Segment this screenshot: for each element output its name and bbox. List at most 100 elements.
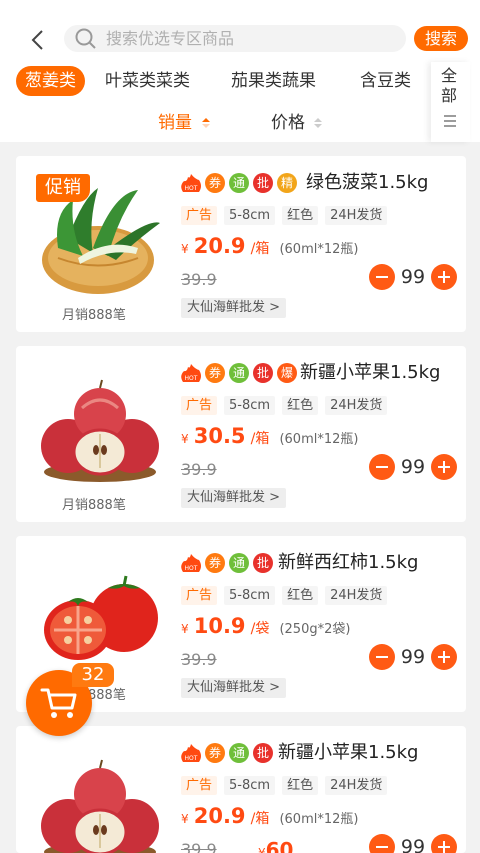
tag-list: 广告 5-8cm 红色 24H发货 bbox=[181, 394, 394, 415]
hot-flame-icon: HOT bbox=[181, 744, 201, 762]
plus-button[interactable] bbox=[431, 644, 457, 670]
sort-sales-label: 销量 bbox=[158, 113, 192, 133]
search-icon bbox=[75, 28, 96, 49]
price-value: 30.5 bbox=[193, 424, 246, 448]
extra-price: ¥60 bbox=[258, 838, 293, 853]
batch-badge: 批 bbox=[253, 553, 273, 573]
currency-symbol: ¥ bbox=[181, 432, 189, 446]
sort-by-price[interactable]: 价格 bbox=[271, 110, 322, 136]
svg-text:HOT: HOT bbox=[185, 375, 198, 382]
shop-link[interactable]: 大仙海鲜批发 > bbox=[181, 298, 287, 318]
shipping-tag: 24H发货 bbox=[325, 776, 388, 795]
plus-button[interactable] bbox=[431, 834, 457, 853]
plus-button[interactable] bbox=[431, 264, 457, 290]
size-tag: 5-8cm bbox=[224, 396, 276, 415]
price-value: 10.9 bbox=[193, 614, 246, 638]
minus-button[interactable] bbox=[369, 644, 395, 670]
ad-tag: 广告 bbox=[181, 206, 218, 225]
minus-button[interactable] bbox=[369, 454, 395, 480]
price-unit: /箱 bbox=[250, 811, 270, 827]
svg-text:HOT: HOT bbox=[185, 185, 198, 192]
minus-button[interactable] bbox=[369, 834, 395, 853]
all-categories-button[interactable]: 全部 bbox=[431, 62, 470, 142]
apple-product-image bbox=[41, 379, 159, 482]
size-tag: 5-8cm bbox=[224, 776, 276, 795]
category-tab-4[interactable]: 含豆类 bbox=[360, 66, 411, 96]
quantity-value: 99 bbox=[400, 646, 426, 668]
shipping-tag: 24H发货 bbox=[325, 396, 388, 415]
price-value: 20.9 bbox=[193, 234, 246, 258]
general-badge: 通 bbox=[229, 363, 249, 383]
monthly-sales: 月销888笔 bbox=[62, 498, 126, 513]
category-tabs: 葱姜类 叶菜类菜类 茄果类蔬果 含豆类 bbox=[0, 66, 430, 98]
minus-button[interactable] bbox=[369, 264, 395, 290]
product-title: 绿色菠菜1.5kg bbox=[306, 172, 429, 193]
category-tab-1[interactable]: 葱姜类 bbox=[16, 66, 85, 96]
hot-flame-icon: HOT bbox=[181, 554, 201, 572]
cart-icon bbox=[40, 688, 77, 718]
search-button[interactable]: 搜索 bbox=[414, 26, 468, 51]
price-spec: (60ml*12瓶) bbox=[279, 242, 359, 257]
shop-link[interactable]: 大仙海鲜批发 > bbox=[181, 678, 287, 698]
cart-count-badge: 32 bbox=[72, 663, 114, 687]
promo-badge: 促销 bbox=[36, 174, 90, 202]
product-card[interactable]: 促销 月销888笔 HOT 券 通 批 精 绿色菠菜1.5kg 广告 5-8cm 红… bbox=[16, 156, 466, 332]
ad-tag: 广告 bbox=[181, 776, 218, 795]
sort-price-label: 价格 bbox=[271, 113, 305, 133]
shipping-tag: 24H发货 bbox=[325, 586, 388, 605]
svg-text:HOT: HOT bbox=[185, 755, 198, 762]
category-tab-2[interactable]: 叶菜类菜类 bbox=[105, 66, 190, 96]
price-unit: /袋 bbox=[250, 621, 270, 637]
quantity-stepper[interactable]: 99 bbox=[369, 454, 461, 480]
sort-arrow-icon bbox=[314, 118, 322, 128]
price-spec: (60ml*12瓶) bbox=[279, 432, 359, 447]
tag-list: 广告 5-8cm 红色 24H发货 bbox=[181, 774, 394, 795]
general-badge: 通 bbox=[229, 173, 249, 193]
color-tag: 红色 bbox=[282, 776, 319, 795]
price: ¥ 30.5 /箱 (60ml*12瓶) bbox=[181, 424, 358, 448]
color-tag: 红色 bbox=[282, 396, 319, 415]
quantity-stepper[interactable]: 99 bbox=[369, 644, 461, 670]
color-tag: 红色 bbox=[282, 586, 319, 605]
coupon-badge: 券 bbox=[205, 553, 225, 573]
all-categories-label: 全部 bbox=[441, 66, 458, 105]
product-title: 新鲜西红柿1.5kg bbox=[278, 552, 419, 573]
title-row: HOT 券 通 批 爆 新疆小苹果1.5kg bbox=[179, 360, 464, 386]
plus-button[interactable] bbox=[431, 454, 457, 480]
monthly-sales: 月销888笔 bbox=[62, 308, 126, 323]
sort-by-sales[interactable]: 销量 bbox=[158, 110, 210, 136]
title-row: HOT 券 通 批 新鲜西红柿1.5kg bbox=[179, 550, 464, 576]
product-card[interactable]: 月销888笔 HOT 券 通 批 爆 新疆小苹果1.5kg 广告 5-8cm 红色 2… bbox=[16, 346, 466, 522]
coupon-badge: 券 bbox=[205, 743, 225, 763]
tag-list: 广告 5-8cm 红色 24H发货 bbox=[181, 204, 394, 225]
shipping-tag: 24H发货 bbox=[325, 206, 388, 225]
original-price: 39.9 bbox=[181, 650, 217, 669]
original-price: 39.9 bbox=[181, 840, 217, 853]
price: ¥ 10.9 /袋 (250g*2袋) bbox=[181, 614, 350, 638]
tag-list: 广告 5-8cm 红色 24H发货 bbox=[181, 584, 394, 605]
general-badge: 通 bbox=[229, 553, 249, 573]
currency-symbol: ¥ bbox=[181, 622, 189, 636]
category-tab-3[interactable]: 茄果类蔬果 bbox=[231, 66, 316, 96]
batch-badge: 批 bbox=[253, 363, 273, 383]
hot-flame-icon: HOT bbox=[181, 174, 201, 192]
apple-product-image bbox=[41, 759, 159, 853]
price-spec: (60ml*12瓶) bbox=[279, 812, 359, 827]
currency-symbol: ¥ bbox=[181, 242, 189, 256]
quantity-value: 99 bbox=[400, 266, 426, 288]
title-row: HOT 券 通 批 新疆小苹果1.5kg bbox=[179, 740, 464, 766]
ad-tag: 广告 bbox=[181, 396, 218, 415]
quantity-stepper[interactable]: 99 bbox=[369, 264, 461, 290]
currency-symbol: ¥ bbox=[258, 846, 266, 853]
product-card[interactable]: HOT 券 通 批 新疆小苹果1.5kg 广告 5-8cm 红色 24H发货 ¥ 20… bbox=[16, 726, 466, 853]
shop-link[interactable]: 大仙海鲜批发 > bbox=[181, 488, 287, 508]
search-input[interactable] bbox=[106, 25, 396, 52]
search-box[interactable] bbox=[64, 25, 406, 52]
price-unit: /箱 bbox=[250, 241, 270, 257]
quantity-stepper[interactable]: 99 bbox=[369, 834, 461, 853]
coupon-badge: 券 bbox=[205, 363, 225, 383]
back-arrow-icon[interactable] bbox=[26, 28, 50, 52]
choice-badge: 精 bbox=[277, 173, 297, 193]
original-price: 39.9 bbox=[181, 460, 217, 479]
batch-badge: 批 bbox=[253, 173, 273, 193]
